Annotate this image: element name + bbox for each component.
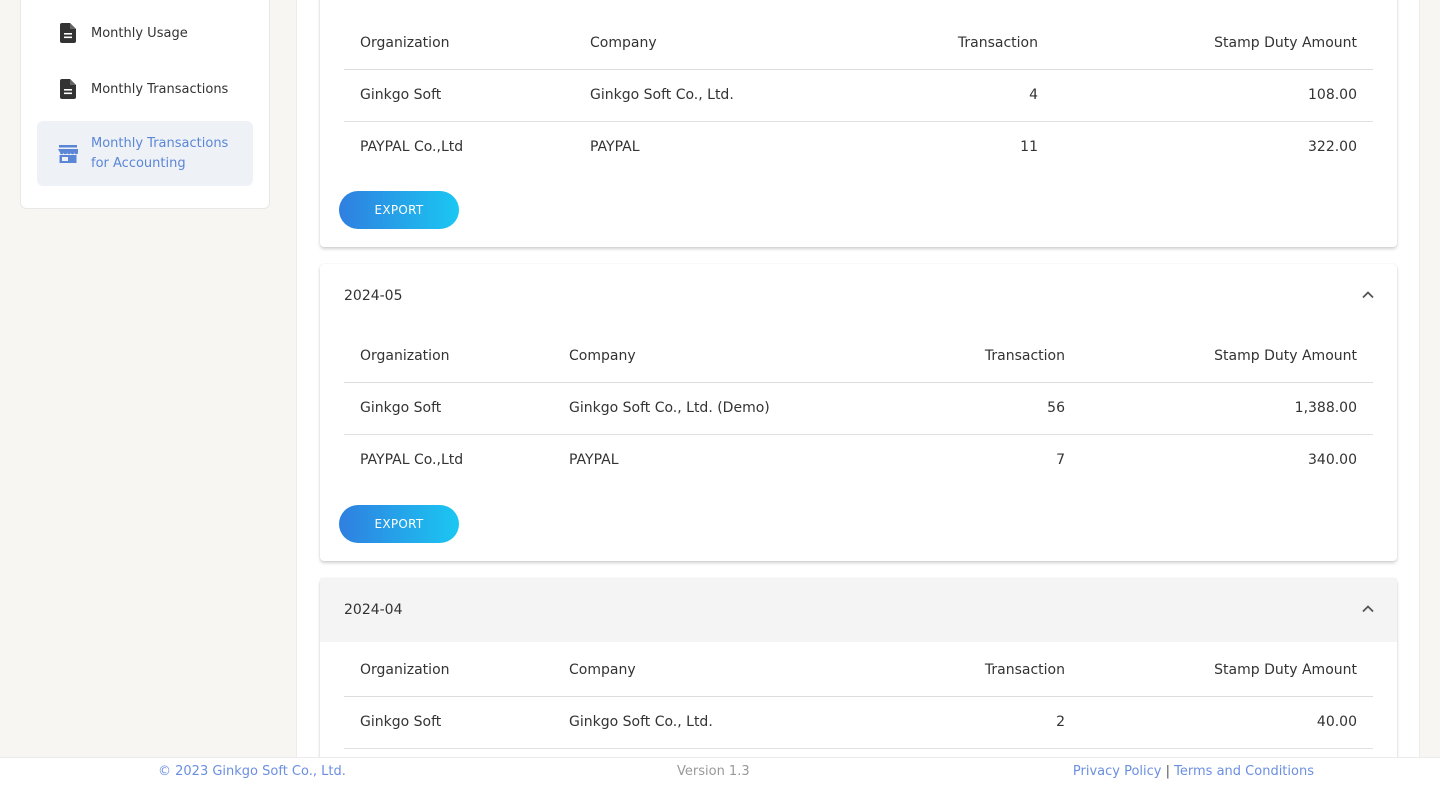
table-row: PAYPAL Co.,Ltd PAYPAL 11 322.00 <box>344 121 1373 173</box>
column-company: Company <box>553 644 853 697</box>
month-card-header[interactable]: 2024-04 <box>320 578 1397 642</box>
export-button[interactable]: EXPORT <box>339 505 459 543</box>
column-transaction: Transaction <box>853 330 1081 383</box>
cell-amount: 1,388.00 <box>1081 382 1373 435</box>
month-label: 2024-05 <box>344 288 403 304</box>
footer-links: Privacy Policy | Terms and Conditions <box>1073 764 1314 779</box>
table-row: Ginkgo Soft Ginkgo Soft Co., Ltd. (Demo)… <box>344 382 1373 435</box>
chevron-up-icon[interactable] <box>1361 288 1375 302</box>
cell-amount: 108.00 <box>1054 69 1373 122</box>
column-amount: Stamp Duty Amount <box>1081 644 1373 697</box>
column-organization: Organization <box>344 330 553 383</box>
export-button[interactable]: EXPORT <box>339 191 459 229</box>
store-icon <box>57 143 79 165</box>
cell-amount: 340.00 <box>1308 452 1357 469</box>
privacy-policy-link[interactable]: Privacy Policy <box>1073 764 1162 779</box>
sidebar-item-monthly-transactions[interactable]: Monthly Transactions <box>37 72 253 106</box>
table-row: Ginkgo Soft Ginkgo Soft Co., Ltd. 2 40.0… <box>344 696 1373 749</box>
cell-amount: 40.00 <box>1081 696 1373 749</box>
footer: © 2023 Ginkgo Soft Co., Ltd. Version 1.3… <box>0 757 1440 786</box>
month-card: 2024-05 Organization Company Transaction… <box>320 264 1397 561</box>
column-transaction: Transaction <box>853 644 1081 697</box>
cell-transaction: 11 <box>1020 139 1038 156</box>
document-icon <box>57 22 79 44</box>
cell-transaction: 4 <box>804 69 1054 122</box>
table-header-row: Organization Company Transaction Stamp D… <box>344 330 1373 383</box>
sidebar-item-label-line2: for Accounting <box>91 155 186 171</box>
cell-organization: Ginkgo Soft <box>344 696 553 749</box>
copyright-text: © 2023 Ginkgo Soft Co., Ltd. <box>158 764 346 779</box>
sidebar-item-label: Monthly Transactions for Accounting <box>91 134 228 174</box>
cell-organization: PAYPAL Co.,Ltd <box>360 452 464 469</box>
cell-organization: Ginkgo Soft <box>344 382 553 435</box>
cell-transaction: 2 <box>853 696 1081 749</box>
terms-link[interactable]: Terms and Conditions <box>1174 764 1314 779</box>
transactions-table: Organization Company Transaction Stamp D… <box>344 644 1373 749</box>
chevron-up-icon[interactable] <box>1361 602 1375 616</box>
transactions-table: Organization Company Transaction Stamp D… <box>344 17 1373 173</box>
cell-company: Ginkgo Soft Co., Ltd. <box>553 696 853 749</box>
transactions-table: Organization Company Transaction Stamp D… <box>344 330 1373 486</box>
cell-company: Ginkgo Soft Co., Ltd. <box>574 69 804 122</box>
main-panel: Organization Company Transaction Stamp D… <box>296 0 1420 778</box>
month-card: Organization Company Transaction Stamp D… <box>320 0 1397 247</box>
cell-company: PAYPAL <box>569 452 619 469</box>
table-header-row: Organization Company Transaction Stamp D… <box>344 17 1373 70</box>
column-company: Company <box>553 330 853 383</box>
column-transaction: Transaction <box>804 17 1054 70</box>
table-header-row: Organization Company Transaction Stamp D… <box>344 644 1373 697</box>
cell-transaction: 56 <box>853 382 1081 435</box>
cell-company: PAYPAL <box>590 139 640 156</box>
cell-organization: PAYPAL Co.,Ltd <box>360 139 464 156</box>
month-label: 2024-04 <box>344 602 403 618</box>
sidebar-item-monthly-transactions-accounting[interactable]: Monthly Transactions for Accounting <box>37 121 253 186</box>
cell-company: Ginkgo Soft Co., Ltd. (Demo) <box>553 382 853 435</box>
column-company: Company <box>574 17 804 70</box>
sidebar-item-label: Monthly Transactions <box>91 81 229 97</box>
column-amount: Stamp Duty Amount <box>1081 330 1373 383</box>
cell-amount: 322.00 <box>1308 139 1357 156</box>
column-organization: Organization <box>344 17 574 70</box>
table-row: PAYPAL Co.,Ltd PAYPAL 7 340.00 <box>344 434 1373 486</box>
month-card: 2024-04 Organization Company Transaction… <box>320 578 1397 778</box>
document-icon <box>57 78 79 100</box>
column-amount: Stamp Duty Amount <box>1054 17 1373 70</box>
cell-organization: Ginkgo Soft <box>344 69 574 122</box>
month-card-header[interactable]: 2024-05 <box>320 264 1397 328</box>
cell-transaction: 7 <box>1056 452 1065 469</box>
table-row: Ginkgo Soft Ginkgo Soft Co., Ltd. 4 108.… <box>344 69 1373 122</box>
sidebar-item-label: Monthly Usage <box>91 25 188 41</box>
footer-separator: | <box>1165 764 1171 779</box>
column-organization: Organization <box>344 644 553 697</box>
sidebar-item-label-line1: Monthly Transactions <box>91 135 229 151</box>
sidebar: Monthly Usage Monthly Transactions Month… <box>20 0 270 209</box>
sidebar-item-monthly-usage[interactable]: Monthly Usage <box>37 16 253 50</box>
version-text: Version 1.3 <box>677 764 750 779</box>
